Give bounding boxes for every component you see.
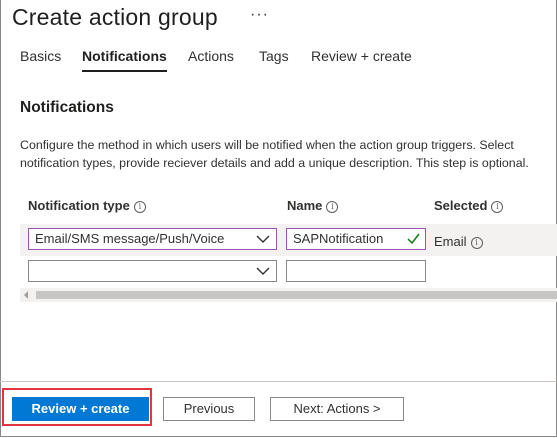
more-options-icon[interactable]: ··· [250, 6, 269, 24]
name-input[interactable]: SAPNotification [286, 228, 426, 250]
info-icon[interactable]: i [470, 237, 483, 249]
tab-review-create[interactable]: Review + create [311, 48, 412, 64]
selected-text: Email [434, 234, 467, 249]
previous-button[interactable]: Previous [163, 397, 255, 421]
selected-value: Email i [434, 234, 483, 249]
tab-actions[interactable]: Actions [188, 48, 234, 64]
column-label: Selected [434, 198, 488, 213]
tab-tags[interactable]: Tags [259, 48, 289, 64]
info-icon[interactable]: i [133, 201, 146, 213]
checkmark-icon [407, 233, 420, 245]
section-description: Configure the method in which users will… [20, 138, 529, 170]
notification-type-dropdown[interactable]: Email/SMS message/Push/Voice [28, 228, 277, 250]
column-header-name: Name i [287, 198, 339, 213]
footer-divider [0, 381, 557, 382]
notification-type-dropdown-empty[interactable] [28, 260, 277, 282]
tab-basics[interactable]: Basics [20, 48, 61, 64]
column-header-notification-type: Notification type i [28, 198, 146, 213]
scroll-left-icon[interactable] [24, 291, 28, 299]
column-label: Name [287, 198, 323, 213]
dropdown-value: Email/SMS message/Push/Voice [35, 231, 225, 246]
column-header-selected: Selected i [434, 198, 504, 213]
horizontal-scrollbar[interactable] [20, 288, 557, 302]
info-icon[interactable]: i [491, 201, 504, 213]
chevron-down-icon [256, 235, 270, 243]
tab-notifications[interactable]: Notifications [82, 48, 167, 72]
review-create-button[interactable]: Review + create [12, 397, 149, 421]
chevron-down-icon [256, 267, 270, 275]
tab-bar: Basics Notifications Actions Tags Review… [0, 46, 557, 74]
column-label: Notification type [28, 198, 130, 213]
section-title: Notifications [20, 99, 114, 116]
info-icon[interactable]: i [326, 201, 339, 213]
page-title: Create action group [12, 4, 218, 30]
scrollbar-thumb[interactable] [36, 291, 557, 299]
input-value: SAPNotification [293, 231, 384, 246]
next-actions-button[interactable]: Next: Actions > [270, 397, 404, 421]
name-input-empty[interactable] [286, 260, 426, 282]
